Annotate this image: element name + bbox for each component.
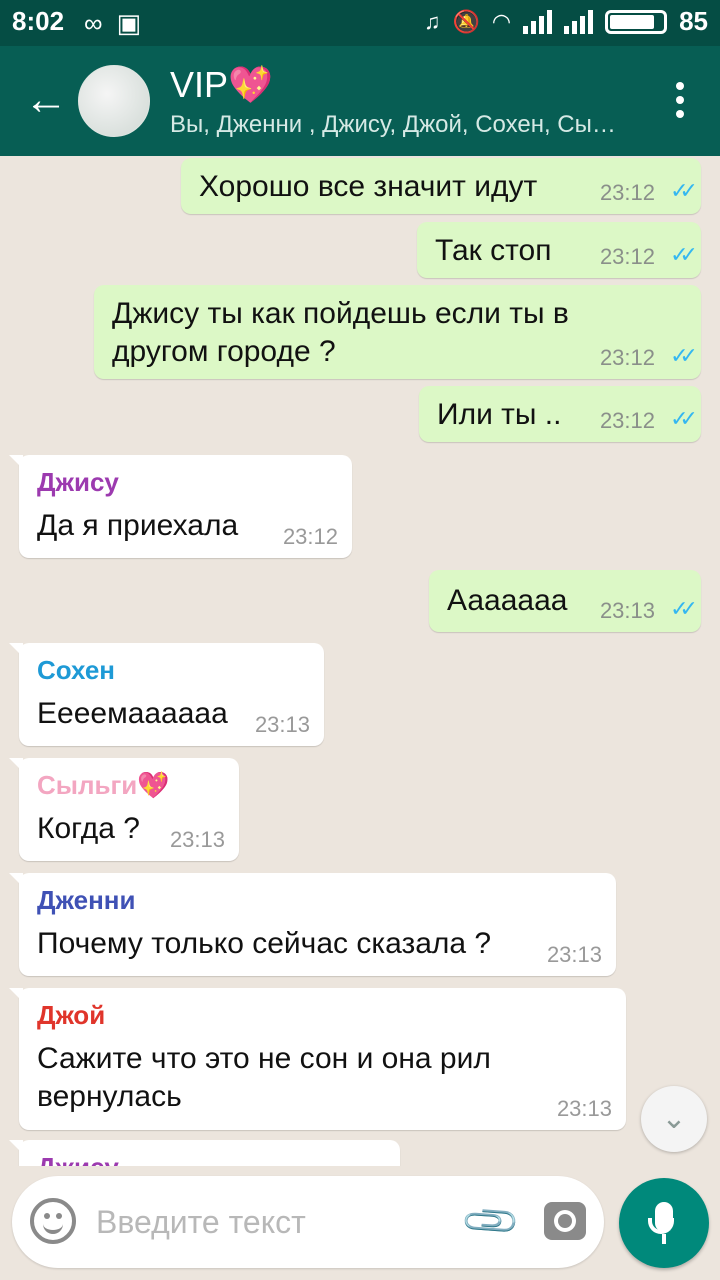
sender-name[interactable]: Джису (37, 467, 352, 497)
status-bar: 8:02 ∞ ▣ ♫ 🔕 ◠ 85 (0, 0, 720, 46)
message-composer[interactable]: Введите текст 📎 (12, 1176, 604, 1268)
chevron-down-icon[interactable]: ⌄ (641, 1086, 707, 1152)
message-bubble[interactable]: Джису ты как пойдешь если ты в другом го… (94, 285, 701, 379)
sender-name[interactable]: Джису (37, 1152, 400, 1166)
battery-percent: 85 (679, 6, 708, 36)
message-input[interactable]: Введите текст (96, 1204, 306, 1241)
wifi-icon: ◠ (491, 8, 512, 34)
read-ticks-icon: ✓✓ (670, 596, 698, 621)
mute-icon: 🔕 (452, 8, 480, 34)
message-bubble[interactable]: Джису Да я приехала 23:12 (9, 455, 352, 558)
mic-button[interactable] (619, 1178, 709, 1268)
message-bubble[interactable]: Сохен Еееемааааaа 23:13 (9, 643, 324, 746)
attach-icon[interactable]: 📎 (459, 1190, 524, 1255)
chat-header: ← VIP💖 Вы, Дженни , Джису, Джой, Сохен, … (0, 46, 720, 156)
message-text: Ааааааа (447, 584, 568, 617)
message-bubble[interactable]: Ааааааа 23:13 ✓✓ (429, 570, 701, 632)
sender-name[interactable]: Сохен (37, 655, 324, 685)
message-time: 23:12 (282, 524, 338, 549)
message-text: Или ты .. (437, 398, 562, 431)
group-title[interactable]: VIP💖 (170, 64, 273, 106)
message-bubble[interactable]: Так стоп 23:12 ✓✓ (417, 222, 701, 278)
message-time: 23:13 (556, 1096, 612, 1121)
emoji-icon[interactable] (30, 1198, 76, 1244)
message-time: 23:12 (599, 408, 655, 433)
group-avatar[interactable] (78, 65, 150, 137)
message-time: 23:12 (599, 244, 655, 269)
status-time: 8:02 (12, 6, 65, 36)
message-bubble[interactable]: Сыльги💖 Когда ? 23:13 (9, 758, 239, 861)
message-text: Так стоп (435, 234, 552, 267)
read-ticks-icon: ✓✓ (670, 406, 698, 431)
infinity-icon: ∞ (84, 8, 103, 38)
message-time: 23:12 (599, 345, 655, 370)
message-text: Сажите что это не сон и она рил вернулас… (37, 1042, 491, 1113)
signal-icon (523, 9, 553, 34)
message-time: 23:12 (599, 180, 655, 205)
sender-name[interactable]: Дженни (37, 885, 616, 915)
headset-icon: ♫ (423, 8, 441, 34)
message-text: Джису ты как пойдешь если ты в другом го… (112, 297, 569, 368)
message-bubble[interactable]: Джису (9, 1140, 400, 1166)
read-ticks-icon: ✓✓ (670, 178, 698, 203)
group-members[interactable]: Вы, Дженни , Джису, Джой, Сохен, Сыльги💖 (170, 110, 625, 139)
message-bubble[interactable]: Дженни Почему только сейчас сказала ? 23… (9, 873, 616, 976)
more-vert-icon[interactable] (676, 82, 684, 124)
message-time: 23:13 (546, 942, 602, 967)
sender-name[interactable]: Джой (37, 1000, 626, 1030)
message-time: 23:13 (254, 712, 310, 737)
message-text: Почему только сейчас сказала ? (37, 927, 492, 960)
battery-icon (605, 9, 668, 34)
sender-name[interactable]: Сыльги💖 (37, 770, 239, 800)
message-bubble[interactable]: Хорошо все значит идут 23:12 ✓✓ (181, 158, 701, 214)
message-time: 23:13 (169, 827, 225, 852)
read-ticks-icon: ✓✓ (670, 343, 698, 368)
message-bubble[interactable]: Джой Сажите что это не сон и она рил вер… (9, 988, 626, 1130)
signal-4g-icon (564, 9, 594, 34)
message-bubble[interactable]: Или ты .. 23:12 ✓✓ (419, 386, 701, 442)
back-arrow-icon[interactable]: ← (24, 78, 68, 122)
image-icon: ▣ (116, 8, 142, 38)
message-time: 23:13 (599, 598, 655, 623)
message-list[interactable]: Хорошо все значит идут 23:12 ✓✓ Так стоп… (0, 156, 720, 1166)
camera-icon[interactable] (544, 1202, 586, 1240)
read-ticks-icon: ✓✓ (670, 242, 698, 267)
